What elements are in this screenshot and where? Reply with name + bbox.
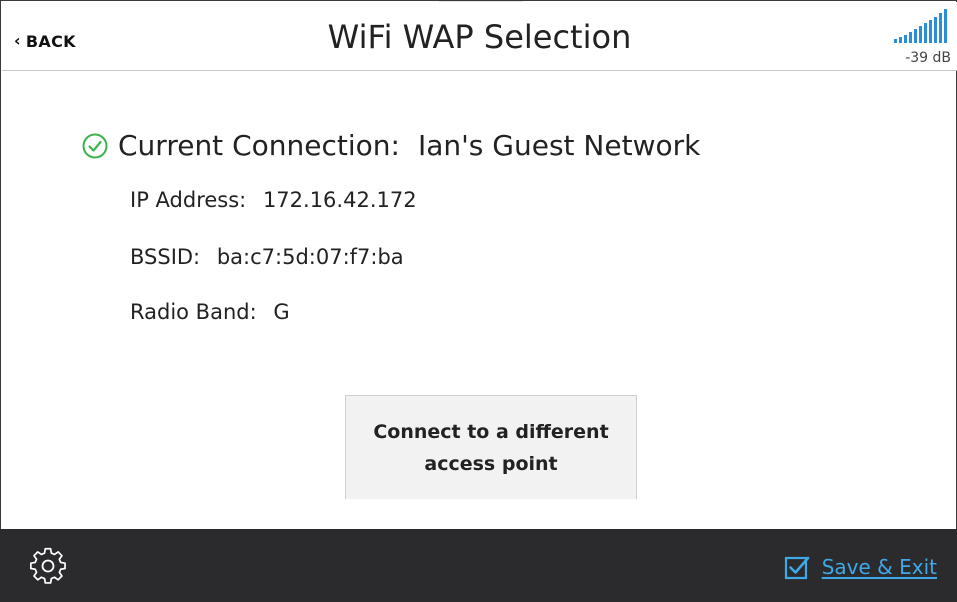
radio-band-row: Radio Band: G — [130, 300, 290, 324]
current-connection-label: Current Connection: — [118, 129, 400, 162]
ip-address-value: 172.16.42.172 — [262, 188, 417, 212]
connection-details: Current Connection: Ian's Guest Network … — [2, 71, 957, 529]
radio-band-value: G — [273, 300, 290, 324]
check-circle-icon — [82, 133, 108, 158]
connect-different-ap-button[interactable]: Connect to a different access point — [345, 395, 637, 499]
radio-band-label: Radio Band: — [130, 300, 257, 324]
bssid-row: BSSID: ba:c7:5d:07:f7:ba — [130, 245, 404, 269]
connect-different-ap-label: Connect to a different access point — [373, 420, 609, 475]
app-frame: ‹ BACK WiFi WAP Selection -39 dB Current… — [0, 0, 957, 602]
current-connection-row: Current Connection: Ian's Guest Network — [82, 129, 700, 162]
page-title: WiFi WAP Selection — [327, 18, 632, 56]
ip-address-row: IP Address: 172.16.42.172 — [130, 188, 417, 212]
save-exit-label: Save & Exit — [821, 555, 937, 579]
bssid-value: ba:c7:5d:07:f7:ba — [216, 245, 404, 269]
checkbox-checked-icon — [784, 556, 810, 580]
network-name: Ian's Guest Network — [417, 129, 701, 162]
gear-icon — [29, 547, 66, 584]
signal-indicator: -39 dB — [891, 8, 951, 68]
ip-address-label: IP Address: — [130, 188, 247, 212]
settings-button[interactable] — [28, 546, 68, 586]
header-bar: ‹ BACK WiFi WAP Selection -39 dB — [2, 2, 957, 71]
signal-strength-icon — [894, 9, 947, 43]
footer-bar: Save & Exit — [0, 529, 957, 602]
save-exit-button[interactable]: Save & Exit — [784, 554, 937, 580]
signal-db-value: -39 dB — [905, 50, 951, 66]
bssid-label: BSSID: — [130, 245, 201, 269]
